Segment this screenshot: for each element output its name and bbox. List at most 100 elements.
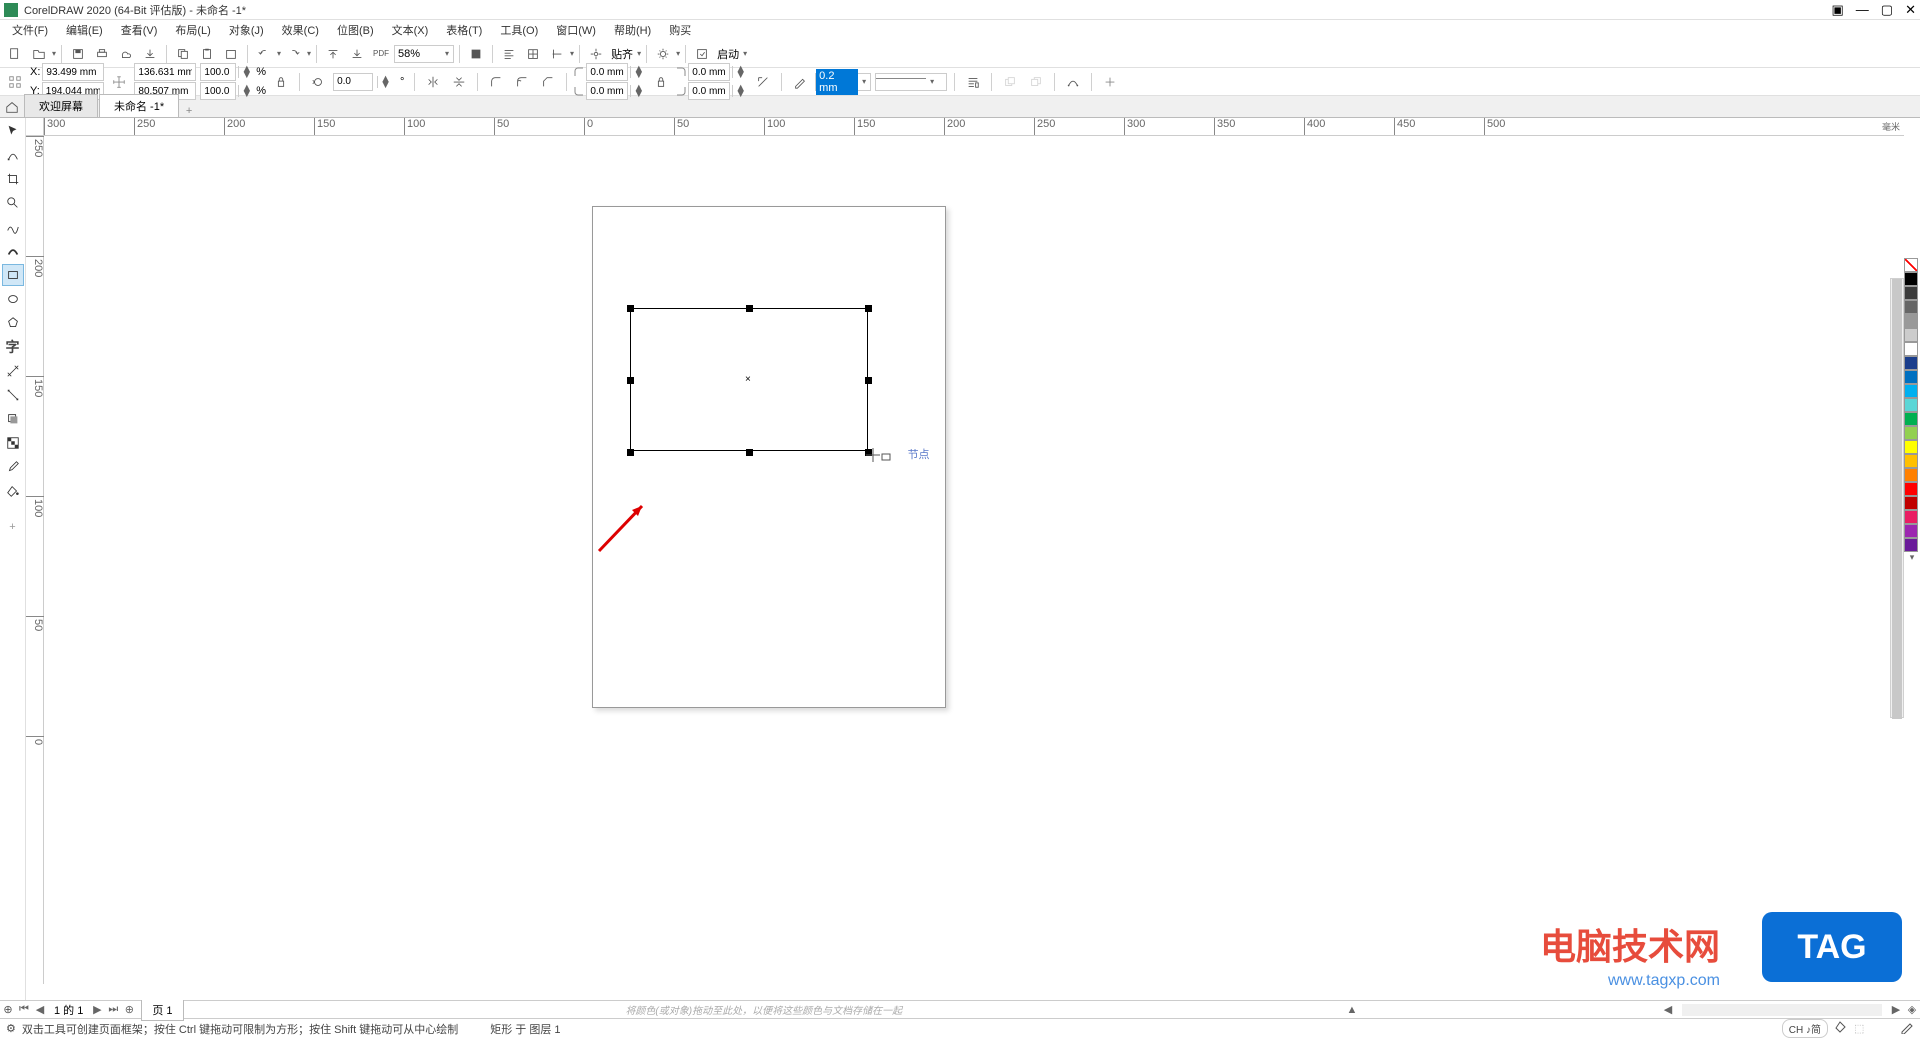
handle-tr[interactable] bbox=[865, 305, 872, 312]
to-front-button[interactable] bbox=[999, 71, 1021, 93]
transparency-tool[interactable] bbox=[2, 432, 24, 454]
prev-page-button[interactable]: ◀ bbox=[32, 1003, 48, 1016]
rotation-input[interactable] bbox=[333, 73, 373, 91]
color-swatch[interactable] bbox=[1904, 272, 1918, 286]
corner-bl-input[interactable] bbox=[586, 82, 628, 100]
color-swatch[interactable] bbox=[1904, 412, 1918, 426]
outline-width-dropdown[interactable]: 0.2 mm ▾ bbox=[815, 73, 871, 91]
crop-tool[interactable] bbox=[2, 168, 24, 190]
rectangle-tool[interactable] bbox=[2, 264, 24, 286]
mirror-v-button[interactable] bbox=[448, 71, 470, 93]
corner-lock-button[interactable] bbox=[650, 71, 672, 93]
menu-text[interactable]: 文本(X) bbox=[384, 20, 437, 40]
polygon-tool[interactable] bbox=[2, 312, 24, 334]
vertical-scrollbar[interactable] bbox=[1890, 278, 1904, 718]
color-swatch[interactable] bbox=[1904, 314, 1918, 328]
ellipse-tool[interactable] bbox=[2, 288, 24, 310]
fill-indicator-icon[interactable] bbox=[1834, 1020, 1848, 1037]
guides-button[interactable] bbox=[546, 43, 568, 65]
handle-tl[interactable] bbox=[627, 305, 634, 312]
ruler-origin[interactable] bbox=[26, 118, 44, 136]
open-button[interactable] bbox=[28, 43, 50, 65]
corner-scallop-button[interactable] bbox=[511, 71, 533, 93]
menu-tools[interactable]: 工具(O) bbox=[492, 20, 546, 40]
export-button[interactable] bbox=[139, 43, 161, 65]
shape-tool[interactable] bbox=[2, 144, 24, 166]
color-swatch[interactable] bbox=[1904, 440, 1918, 454]
menu-help[interactable]: 帮助(H) bbox=[606, 20, 659, 40]
options-button[interactable] bbox=[652, 43, 674, 65]
eyedropper-tool[interactable] bbox=[2, 456, 24, 478]
minimize-button[interactable]: — bbox=[1856, 2, 1869, 18]
horizontal-ruler[interactable]: 毫米 3002502001501005005010015020025030035… bbox=[44, 118, 1904, 136]
color-swatch[interactable] bbox=[1904, 300, 1918, 314]
color-swatch[interactable] bbox=[1904, 328, 1918, 342]
artistic-media-tool[interactable] bbox=[2, 240, 24, 262]
color-swatch[interactable] bbox=[1904, 342, 1918, 356]
fill-tool[interactable] bbox=[2, 480, 24, 502]
tab-document[interactable]: 未命名 -1* bbox=[99, 94, 179, 117]
navigator-icon[interactable]: ◈ bbox=[1904, 1003, 1920, 1016]
mirror-h-button[interactable] bbox=[422, 71, 444, 93]
x-input[interactable] bbox=[42, 63, 104, 81]
pick-tool[interactable] bbox=[2, 120, 24, 142]
close-button[interactable]: ✕ bbox=[1905, 2, 1916, 18]
menu-file[interactable]: 文件(F) bbox=[4, 20, 56, 40]
nav-next-icon[interactable]: ▶ bbox=[1888, 1003, 1904, 1016]
color-swatch[interactable] bbox=[1904, 398, 1918, 412]
freehand-tool[interactable] bbox=[2, 216, 24, 238]
color-swatch[interactable] bbox=[1904, 356, 1918, 370]
menu-table[interactable]: 表格(T) bbox=[438, 20, 490, 40]
last-page-button[interactable]: ⏭ bbox=[105, 1003, 121, 1016]
menu-layout[interactable]: 布局(L) bbox=[167, 20, 218, 40]
import-button[interactable] bbox=[322, 43, 344, 65]
clipboard-button[interactable] bbox=[220, 43, 242, 65]
paste-button[interactable] bbox=[196, 43, 218, 65]
first-page-button[interactable]: ⏮ bbox=[16, 1003, 32, 1016]
snap-icon[interactable] bbox=[585, 43, 607, 65]
launch-icon[interactable] bbox=[691, 43, 713, 65]
print-button[interactable] bbox=[91, 43, 113, 65]
snap-label[interactable]: 贴齐 bbox=[609, 46, 635, 62]
handle-bm[interactable] bbox=[746, 449, 753, 456]
add-button[interactable] bbox=[1099, 71, 1121, 93]
color-swatch[interactable] bbox=[1904, 426, 1918, 440]
cloud-button[interactable] bbox=[115, 43, 137, 65]
color-swatch[interactable] bbox=[1904, 482, 1918, 496]
no-fill-swatch[interactable] bbox=[1904, 258, 1918, 272]
menu-object[interactable]: 对象(J) bbox=[221, 20, 272, 40]
color-swatch[interactable] bbox=[1904, 384, 1918, 398]
color-swatch[interactable] bbox=[1904, 496, 1918, 510]
quick-customize-button[interactable]: + bbox=[2, 516, 24, 538]
menu-window[interactable]: 窗口(W) bbox=[548, 20, 604, 40]
new-button[interactable] bbox=[4, 43, 26, 65]
color-swatch[interactable] bbox=[1904, 370, 1918, 384]
outline-indicator-icon[interactable] bbox=[1900, 1020, 1914, 1037]
ime-indicator[interactable]: CH ♪简 bbox=[1782, 1019, 1828, 1038]
color-swatch[interactable] bbox=[1904, 454, 1918, 468]
export2-button[interactable] bbox=[346, 43, 368, 65]
tab-welcome[interactable]: 欢迎屏幕 bbox=[24, 94, 98, 117]
color-swatch[interactable] bbox=[1904, 524, 1918, 538]
menu-buy[interactable]: 购买 bbox=[661, 20, 699, 40]
handle-ml[interactable] bbox=[627, 377, 634, 384]
color-swatch[interactable] bbox=[1904, 286, 1918, 300]
menu-bitmap[interactable]: 位图(B) bbox=[329, 20, 382, 40]
zoom-tool[interactable] bbox=[2, 192, 24, 214]
handle-mr[interactable] bbox=[865, 377, 872, 384]
connector-tool[interactable] bbox=[2, 384, 24, 406]
menu-effects[interactable]: 效果(C) bbox=[274, 20, 327, 40]
parallel-dim-tool[interactable] bbox=[2, 360, 24, 382]
corner-tl-input[interactable] bbox=[586, 63, 628, 81]
menu-view[interactable]: 查看(V) bbox=[113, 20, 166, 40]
relative-corner-button[interactable] bbox=[752, 71, 774, 93]
save-button[interactable] bbox=[67, 43, 89, 65]
copy-button[interactable] bbox=[172, 43, 194, 65]
drop-shadow-tool[interactable] bbox=[2, 408, 24, 430]
corner-round-button[interactable] bbox=[485, 71, 507, 93]
vertical-ruler[interactable]: 250200150100500 bbox=[26, 136, 44, 984]
wrap-text-button[interactable] bbox=[962, 71, 984, 93]
width-input[interactable] bbox=[134, 63, 196, 81]
next-page-button[interactable]: ▶ bbox=[89, 1003, 105, 1016]
home-icon[interactable] bbox=[0, 97, 24, 117]
